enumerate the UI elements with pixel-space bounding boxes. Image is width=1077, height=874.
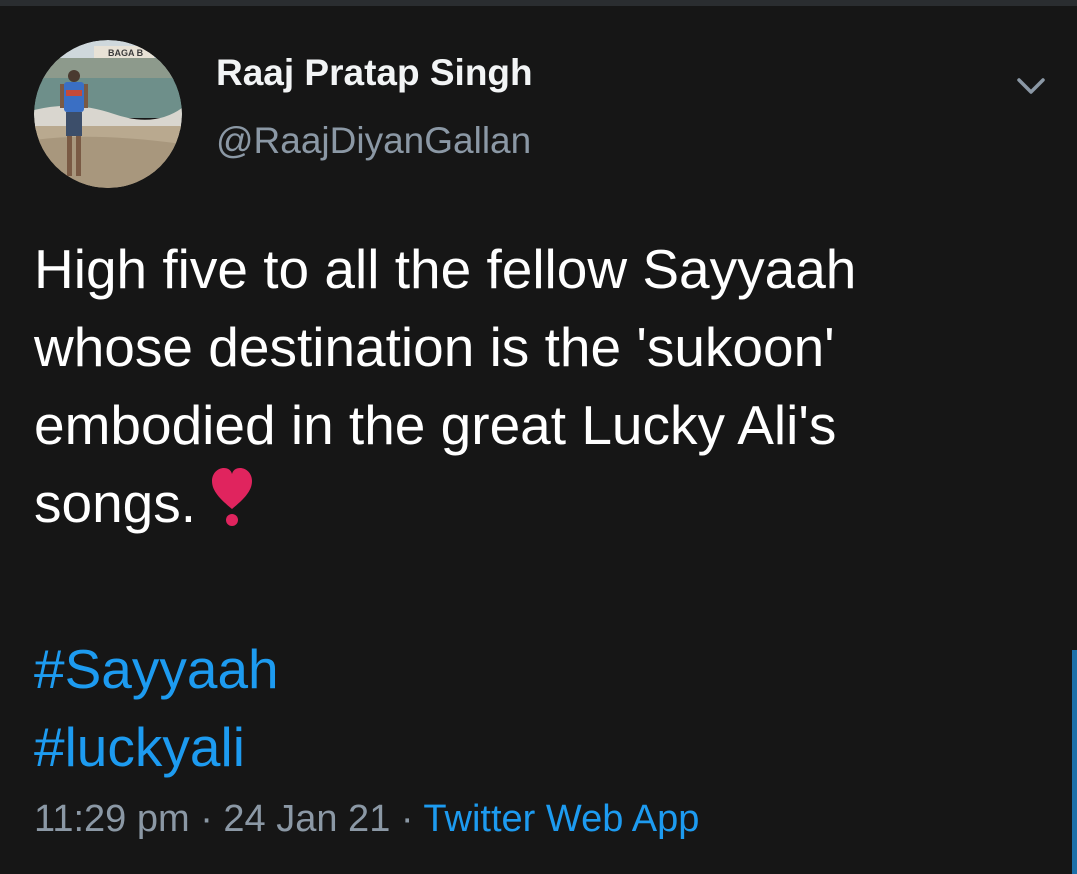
tweet-meta: 11:29 pm · 24 Jan 21 · Twitter Web App bbox=[34, 798, 699, 841]
tweet-date[interactable]: 24 Jan 21 bbox=[223, 798, 390, 840]
scrollbar[interactable] bbox=[1072, 650, 1077, 874]
tweet-time[interactable]: 11:29 pm bbox=[34, 798, 190, 840]
tweet-line: embodied in the great Lucky Ali's bbox=[34, 394, 837, 456]
tweet-line-last: songs. bbox=[34, 464, 1034, 547]
hashtag-link[interactable]: #Sayyaah bbox=[34, 630, 279, 708]
tweet-header: BAGA B Raaj Pratap Singh @RaajDiyanGalla… bbox=[34, 40, 533, 188]
avatar-photo: BAGA B bbox=[34, 40, 182, 188]
author-names: Raaj Pratap Singh @RaajDiyanGallan bbox=[216, 52, 533, 162]
tweet-line: whose destination is the 'sukoon' bbox=[34, 316, 835, 378]
hashtags: #Sayyaah #luckyali bbox=[34, 630, 279, 786]
tweet-page: BAGA B Raaj Pratap Singh @RaajDiyanGalla… bbox=[0, 0, 1077, 874]
heavy-heart-exclamation-icon bbox=[210, 467, 254, 547]
avatar-sign-text: BAGA B bbox=[108, 48, 144, 58]
meta-separator: · bbox=[400, 798, 414, 840]
tweet-text: High five to all the fellow Sayyaah whos… bbox=[34, 230, 1034, 547]
author-handle[interactable]: @RaajDiyanGallan bbox=[216, 120, 533, 162]
tweet-source-link[interactable]: Twitter Web App bbox=[423, 798, 699, 840]
tweet-line: songs. bbox=[34, 472, 197, 534]
top-divider bbox=[0, 0, 1077, 6]
author-display-name[interactable]: Raaj Pratap Singh bbox=[216, 52, 533, 94]
hashtag-link[interactable]: #luckyali bbox=[34, 708, 279, 786]
tweet-line: High five to all the fellow Sayyaah bbox=[34, 238, 857, 300]
meta-separator: · bbox=[200, 798, 213, 840]
avatar[interactable]: BAGA B bbox=[34, 40, 182, 188]
chevron-down-icon[interactable] bbox=[1011, 66, 1051, 106]
